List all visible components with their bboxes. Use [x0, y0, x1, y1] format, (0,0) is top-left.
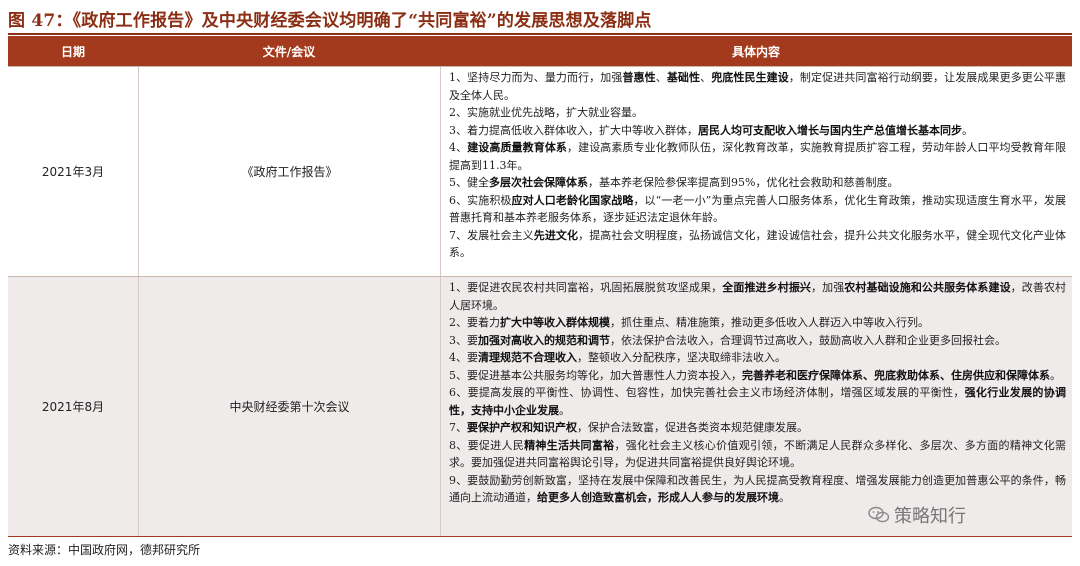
content-text: ，抓住重点、精准施策，推动更多低收入人群迈入中等收入行列。	[610, 316, 929, 329]
title-divider	[8, 33, 1072, 35]
content-item: 7、要保护产权和知识产权，保护合法致富，促进各类资本规范健康发展。	[449, 419, 1066, 437]
content-text: 、	[655, 71, 667, 84]
content-text: 4、	[449, 141, 468, 154]
content-text: ，基本养老保险参保率提高到95%，优化社会救助和慈善制度。	[588, 176, 899, 189]
policy-table: 日期 文件/会议 具体内容 2021年3月 《政府工作报告》 1、坚持尽力而为、…	[8, 36, 1072, 537]
table-row: 2021年3月 《政府工作报告》 1、坚持尽力而为、量力而行，加强普惠性、基础性…	[8, 66, 1072, 276]
emphasized-text: 先进文化	[533, 228, 579, 242]
emphasized-text: 建设高质量教育体系	[467, 141, 568, 154]
content-text: 5、健全	[449, 176, 489, 189]
watermark-text: 策略知行	[894, 506, 966, 527]
header-date: 日期	[60, 44, 85, 59]
content-text: 4、要	[449, 351, 478, 364]
header-document: 文件/会议	[262, 44, 316, 59]
content-item: 6、要提高发展的平衡性、协调性、包容性，加快完善社会主义市场经济体制，增强区域发…	[449, 384, 1066, 419]
header-content: 具体内容	[731, 44, 780, 59]
content-text: ，保护合法致富，促进各类资本规范健康发展。	[577, 421, 808, 434]
emphasized-text: 居民人均可支配收入增长与国内生产总值增长基本同步	[698, 123, 962, 137]
content-text: 2、实施就业优先战略，扩大就业容量。	[449, 106, 643, 119]
content-item: 2、要着力扩大中等收入群体规模，抓住重点、精准施策，推动更多低收入人群迈入中等收…	[449, 314, 1066, 332]
content-item: 7、发展社会主义先进文化，提高社会文明程度，弘扬诚信文化，建设诚信社会，提升公共…	[449, 227, 1066, 262]
content-text: ，加强	[811, 281, 845, 294]
emphasized-text: 精神生活共同富裕	[524, 438, 615, 452]
content-item: 2、实施就业优先战略，扩大就业容量。	[449, 104, 1066, 122]
row-date: 2021年3月	[41, 165, 105, 179]
emphasized-text: 普惠性	[622, 71, 656, 84]
emphasized-text: 全面推进乡村振兴	[722, 281, 812, 294]
content-text: 5、要促进基本公共服务均等化，加大普惠性人力资本投入，	[449, 368, 742, 382]
content-item: 4、要清理规范不合理收入，整顿收入分配秩序，坚决取缔非法收入。	[449, 349, 1066, 367]
row-content: 1、坚持尽力而为、量力而行，加强普惠性、基础性、兜底性民生建设，制定促进共同富裕…	[440, 67, 1072, 276]
content-text: 。	[962, 123, 973, 137]
content-text: 1、坚持尽力而为、量力而行，加强	[449, 71, 623, 84]
content-item: 5、要促进基本公共服务均等化，加大普惠性人力资本投入，完善养老和医疗保障体系、兜…	[449, 367, 1066, 385]
figure-title: 图 47：《政府工作报告》及中央财经委会议均明确了“共同富裕”的发展思想及落脚点	[8, 11, 652, 31]
content-item: 1、坚持尽力而为、量力而行，加强普惠性、基础性、兜底性民生建设，制定促进共同富裕…	[449, 69, 1066, 104]
emphasized-text: 扩大中等收入群体规模	[500, 316, 610, 329]
content-text: ，依法保护合法收入，合理调节过高收入，鼓励高收入人群和企业更多回报社会。	[610, 333, 1006, 347]
content-item: 4、建设高质量教育体系，建设高素质专业化教师队伍，深化教育改革，实施教育提质扩容…	[449, 139, 1066, 174]
emphasized-text: 基础性	[666, 71, 701, 84]
content-text: 8、要促进人民	[449, 438, 525, 452]
content-text: 、	[700, 71, 712, 84]
wechat-icon	[868, 506, 890, 523]
row-document: 中央财经委第十次会议	[138, 277, 440, 536]
content-item: 5、健全多层次社会保障体系，基本养老保险参保率提高到95%，优化社会救助和慈善制…	[449, 174, 1066, 192]
row-document: 《政府工作报告》	[138, 67, 440, 276]
content-text: 。	[1050, 368, 1061, 382]
content-text: 2、要着力	[449, 316, 500, 329]
content-text: 。	[779, 491, 790, 504]
emphasized-text: 给更多人创造致富机会，形成人人参与的发展环境	[537, 491, 779, 504]
emphasized-text: 农村基础设施和公共服务体系建设	[844, 281, 1011, 294]
table-row: 2021年8月 中央财经委第十次会议 1、要促进农民农村共同富裕，巩固拓展脱贫攻…	[8, 276, 1072, 537]
content-text: 。	[559, 403, 570, 417]
content-item: 6、实施积极应对人口老龄化国家战略，以“一老一小”为重点完善人口服务体系，优化生…	[449, 192, 1066, 227]
content-item: 9、要鼓励勤劳创新致富，坚持在发展中保障和改善民生，为人民提高受教育程度、增强发…	[449, 472, 1066, 507]
content-text: 7、	[449, 421, 467, 434]
content-text: ，整顿收入分配秩序，坚决取缔非法收入。	[577, 351, 786, 364]
emphasized-text: 完善养老和医疗保障体系、兜底救助体系、住房供应和保障体系	[742, 368, 1050, 382]
content-text: 6、实施积极	[449, 193, 512, 207]
emphasized-text: 应对人口老龄化国家战略	[511, 193, 634, 207]
emphasized-text: 兜底性民生建设	[711, 71, 789, 84]
watermark: 策略知行	[868, 502, 966, 528]
emphasized-text: 多层次社会保障体系	[489, 176, 588, 189]
content-text: 3、着力提高低收入群体收入，扩大中等收入群体，	[449, 123, 698, 137]
content-text: 7、发展社会主义	[449, 228, 534, 242]
content-item: 8、要促进人民精神生活共同富裕，强化社会主义核心价值观引领，不断满足人民群众多样…	[449, 437, 1066, 472]
emphasized-text: 加强对高收入的规范和调节	[478, 333, 610, 347]
content-item: 3、要加强对高收入的规范和调节，依法保护合法收入，合理调节过高收入，鼓励高收入人…	[449, 332, 1066, 350]
content-item: 3、着力提高低收入群体收入，扩大中等收入群体，居民人均可支配收入增长与国内生产总…	[449, 122, 1066, 140]
row-date: 2021年8月	[41, 400, 105, 414]
content-text: 1、要促进农民农村共同富裕，巩固拓展脱贫攻坚成果，	[449, 281, 723, 294]
row-content: 1、要促进农民农村共同富裕，巩固拓展脱贫攻坚成果，全面推进乡村振兴，加强农村基础…	[440, 277, 1072, 536]
content-text: 3、要	[449, 333, 478, 347]
content-item: 1、要促进农民农村共同富裕，巩固拓展脱贫攻坚成果，全面推进乡村振兴，加强农村基础…	[449, 279, 1066, 314]
content-text: 6、要提高发展的平衡性、协调性、包容性，加快完善社会主义市场经济体制，增强区域发…	[449, 386, 965, 399]
table-header: 日期 文件/会议 具体内容	[8, 36, 1072, 66]
source-note: 资料来源：中国政府网，德邦研究所	[8, 543, 201, 557]
emphasized-text: 要保护产权和知识产权	[467, 421, 577, 434]
emphasized-text: 清理规范不合理收入	[478, 351, 577, 364]
